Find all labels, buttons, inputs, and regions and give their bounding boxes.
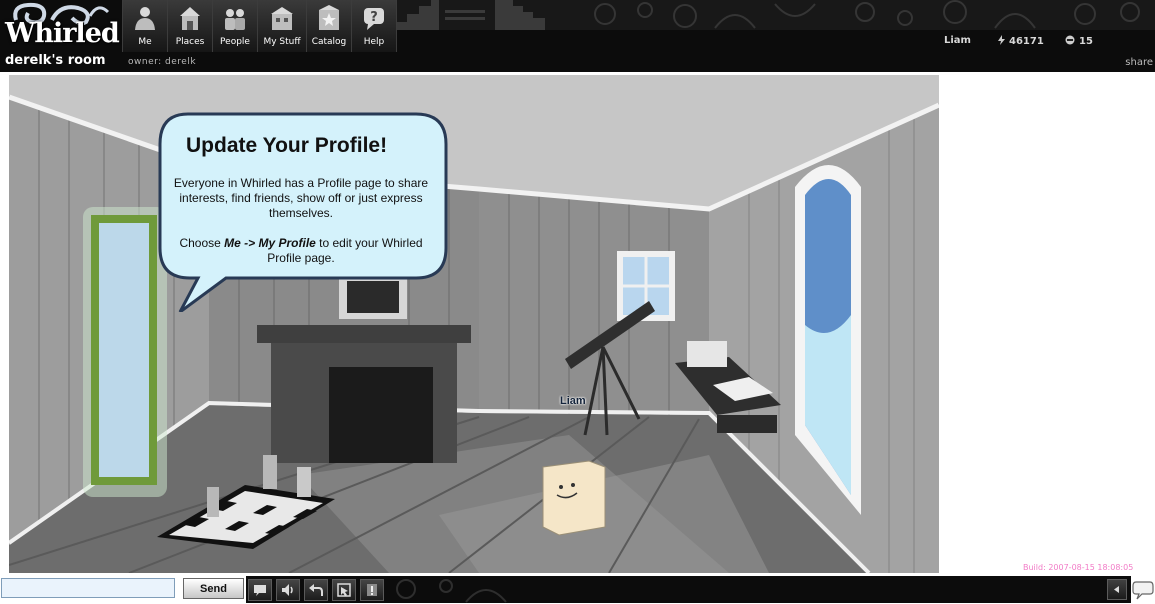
- nav-item-people[interactable]: People: [212, 0, 257, 52]
- room-view[interactable]: [9, 75, 939, 573]
- people-icon: [225, 9, 245, 30]
- level-display: 15: [1065, 35, 1093, 47]
- volume-button[interactable]: [276, 579, 300, 601]
- main-nav: Me Places People My Stuff Catalog ? Help: [122, 0, 397, 52]
- build-info: Build: 2007-08-15 18:08:05: [1023, 563, 1134, 572]
- alert-icon: [367, 584, 377, 596]
- nav-label-catalog: Catalog: [311, 37, 347, 47]
- chat-bubble-icon[interactable]: [1132, 579, 1154, 601]
- mirror: [83, 207, 167, 497]
- avatar-name-label: Liam: [560, 395, 586, 407]
- bubble-prefix: Choose: [179, 236, 225, 250]
- chat-input[interactable]: [1, 578, 175, 598]
- nav-label-my-stuff: My Stuff: [263, 37, 301, 47]
- nav-label-places: Places: [175, 37, 205, 47]
- edit-room-button[interactable]: [332, 579, 356, 601]
- bubble-menu-path: Me -> My Profile: [224, 236, 316, 250]
- whirled-logo[interactable]: Whirled: [0, 0, 122, 52]
- catalog-icon: [319, 5, 339, 30]
- help-icon: ?: [364, 8, 384, 30]
- level-icon: [1065, 35, 1075, 45]
- alert-button[interactable]: [360, 579, 384, 601]
- room-owner: owner: derelk: [128, 57, 197, 67]
- header-damask-pattern: [395, 0, 1155, 30]
- control-bar: [246, 576, 1131, 603]
- me-icon: [135, 7, 155, 30]
- volume-icon: [282, 584, 293, 596]
- expand-chat-button[interactable]: [1107, 579, 1127, 600]
- back-button[interactable]: [304, 579, 328, 601]
- top-header: Whirled Me Places People My Stuff Catalo…: [0, 0, 1155, 72]
- room-name: derelk's room: [5, 53, 106, 68]
- avatar-sprite[interactable]: [542, 460, 606, 536]
- nav-item-catalog[interactable]: Catalog: [306, 0, 351, 52]
- nav-item-places[interactable]: Places: [167, 0, 212, 52]
- bubble-body: Everyone in Whirled has a Profile page t…: [170, 176, 432, 266]
- send-button[interactable]: Send: [183, 578, 244, 599]
- nav-label-me: Me: [138, 37, 152, 47]
- nav-label-help: Help: [363, 37, 385, 47]
- nav-item-me[interactable]: Me: [122, 0, 167, 52]
- level-value: 15: [1079, 36, 1093, 47]
- nav-label-people: People: [220, 37, 250, 47]
- user-name[interactable]: Liam: [944, 35, 971, 46]
- chat-history-button[interactable]: [248, 579, 272, 601]
- back-arrow-icon: [309, 584, 323, 596]
- nav-item-my-stuff[interactable]: My Stuff: [257, 0, 306, 52]
- share-link[interactable]: share: [1125, 57, 1153, 68]
- bubble-paragraph-2: Choose Me -> My Profile to edit your Whi…: [170, 236, 432, 266]
- my-stuff-icon: [271, 7, 293, 30]
- coin-icon: [998, 35, 1005, 45]
- edit-room-icon: [337, 583, 351, 597]
- places-icon: [180, 7, 200, 30]
- bubble-title: Update Your Profile!: [186, 134, 388, 157]
- coins-value: 46171: [1009, 36, 1044, 47]
- svg-text:?: ?: [370, 10, 378, 25]
- coins-display: 46171: [998, 35, 1044, 47]
- logo-text: Whirled: [5, 18, 120, 49]
- nav-item-help[interactable]: ? Help: [351, 0, 397, 52]
- chat-history-icon: [254, 585, 266, 596]
- bubble-paragraph-1: Everyone in Whirled has a Profile page t…: [173, 176, 429, 220]
- chevron-left-icon: [1114, 586, 1119, 593]
